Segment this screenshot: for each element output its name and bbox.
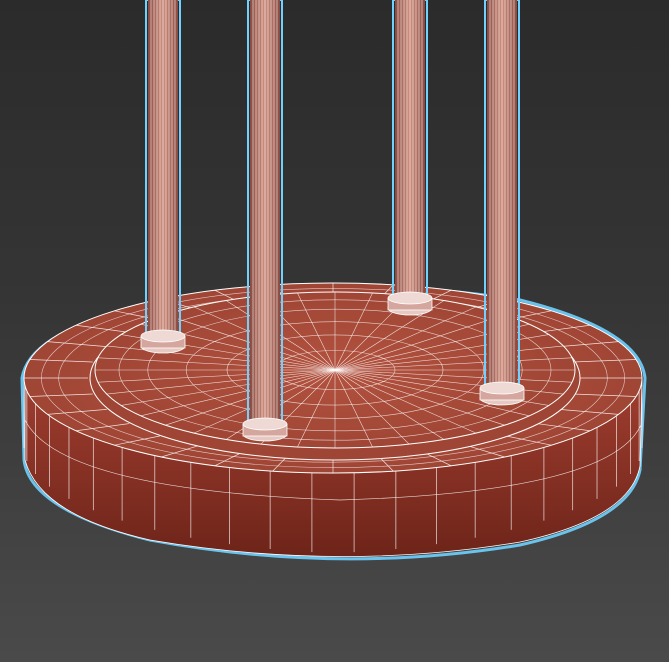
column-base [479, 381, 525, 395]
column [387, 0, 433, 316]
viewport-3d[interactable] [0, 0, 669, 662]
column-base [387, 291, 433, 305]
column-base [242, 417, 288, 431]
column-base [140, 329, 186, 343]
wireframe-model[interactable] [0, 0, 669, 662]
